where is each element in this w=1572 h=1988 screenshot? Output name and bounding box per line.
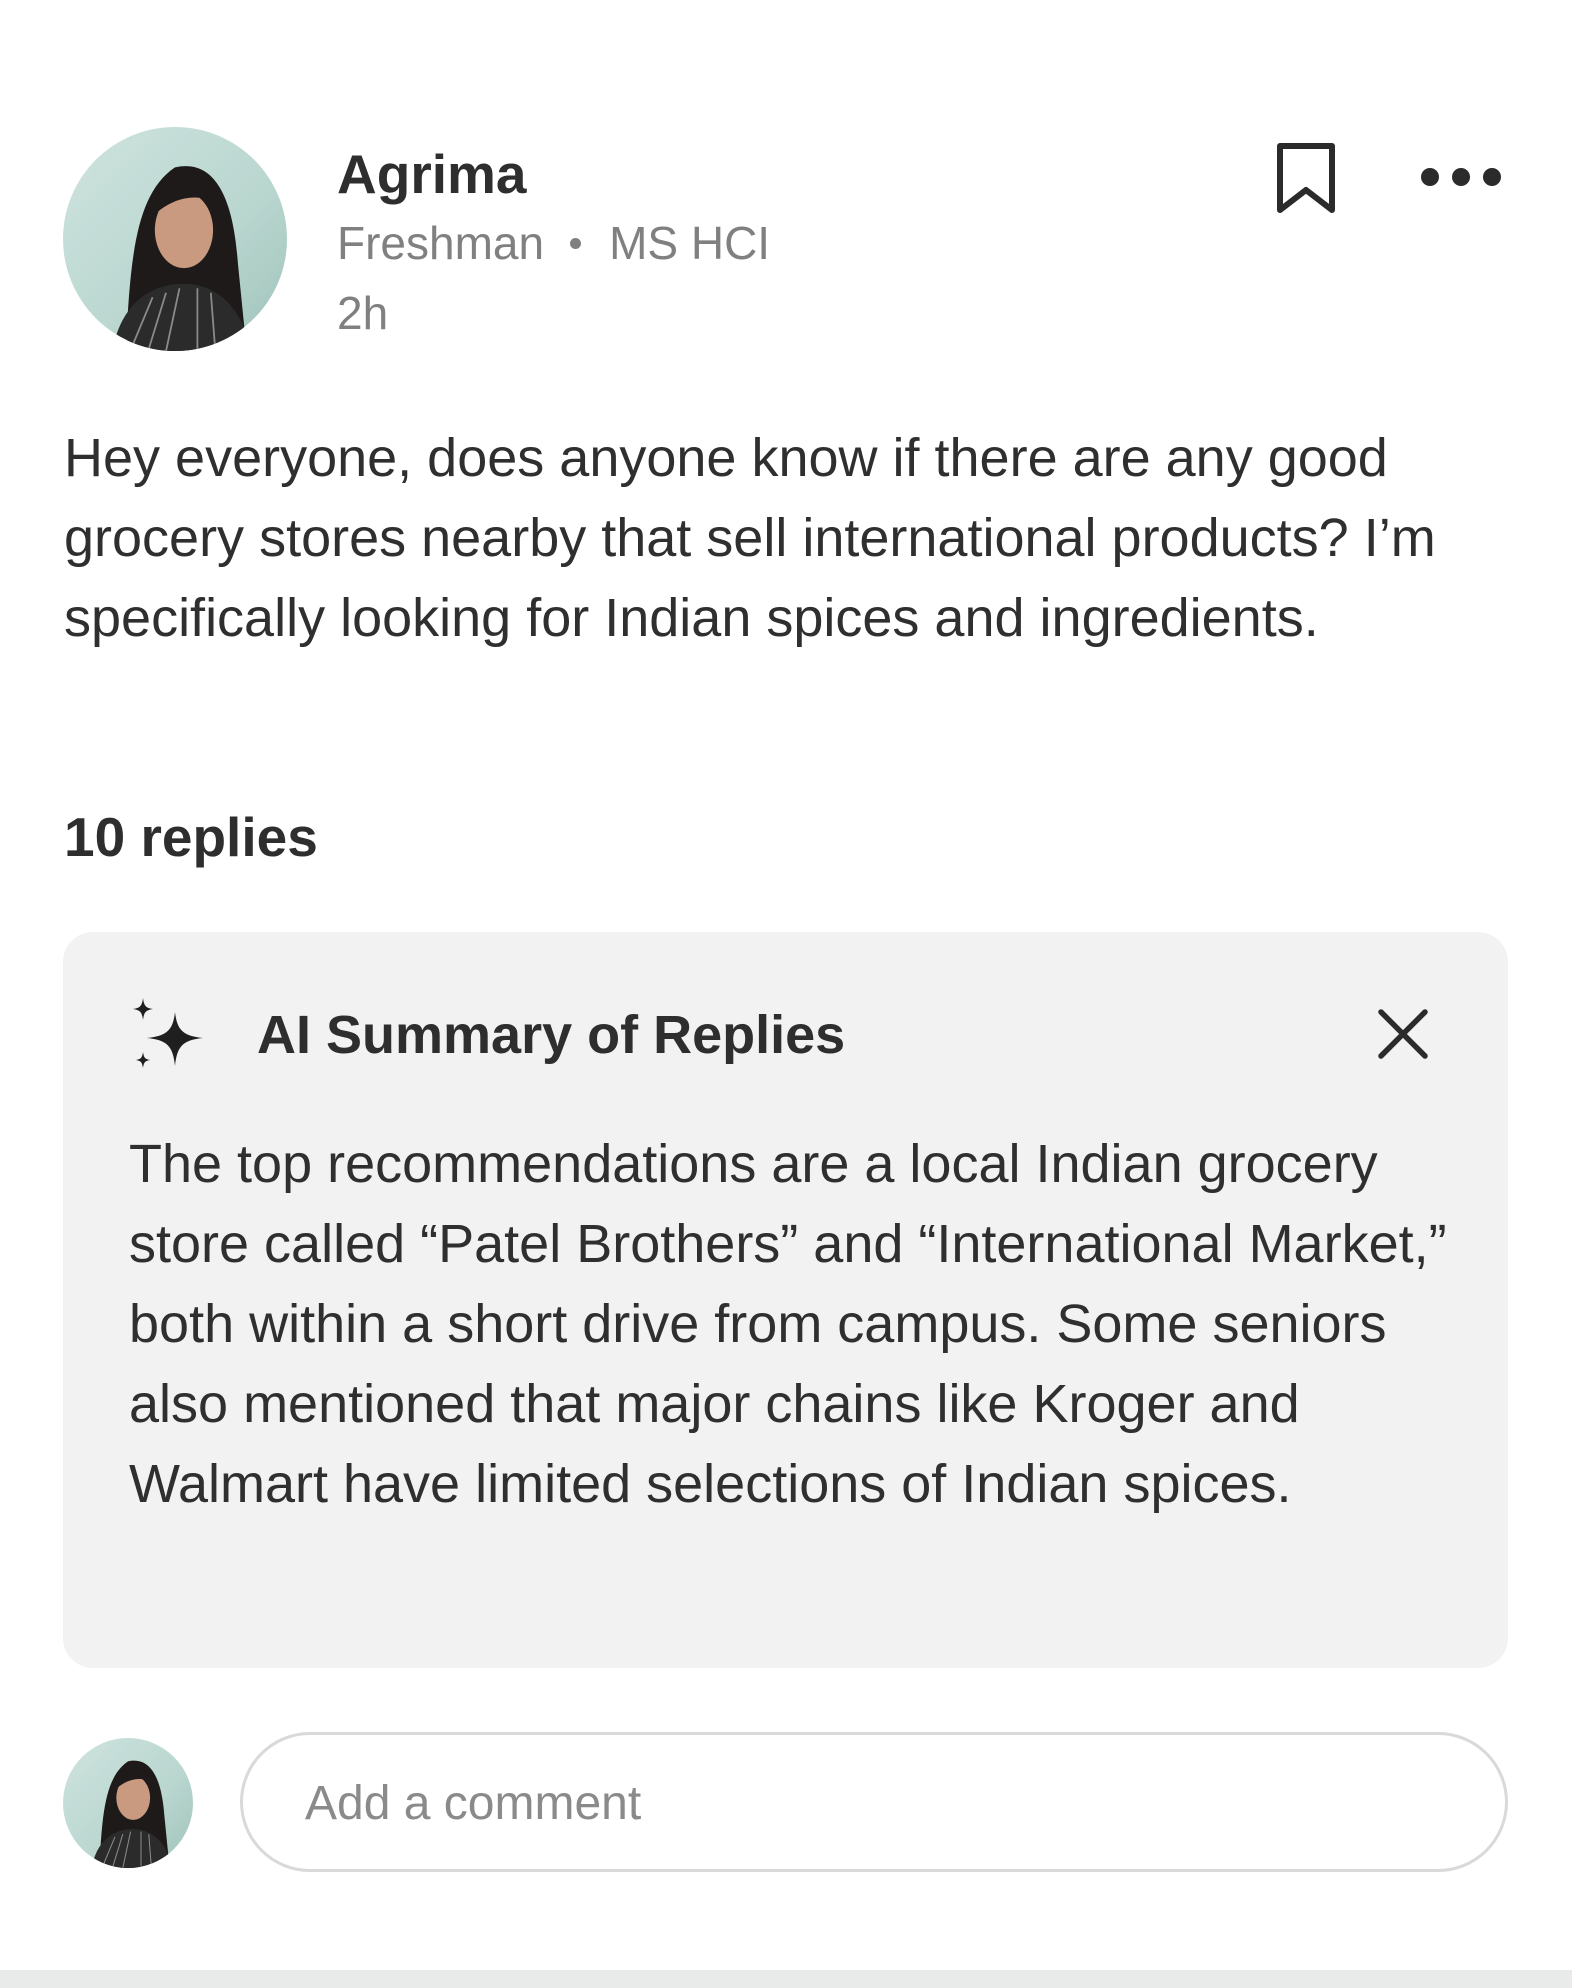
author-year: Freshman <box>337 217 545 269</box>
bookmark-icon[interactable] <box>1274 140 1338 216</box>
post-card: Agrima Freshman MS HCI 2h Hey everyone, … <box>0 0 1572 1970</box>
close-icon[interactable] <box>1377 1008 1429 1060</box>
ai-summary-card: AI Summary of Replies The top recommenda… <box>63 932 1508 1668</box>
author-avatar[interactable] <box>63 127 287 351</box>
author-name[interactable]: Agrima <box>337 140 527 208</box>
reply-count[interactable]: 10 replies <box>64 802 318 872</box>
author-meta: Freshman MS HCI <box>337 213 770 273</box>
post-body: Hey everyone, does anyone know if there … <box>64 428 1436 648</box>
current-user-avatar <box>63 1738 193 1868</box>
more-options-icon[interactable] <box>1420 160 1502 194</box>
sparkle-icon <box>125 998 209 1074</box>
comment-field-container[interactable] <box>240 1732 1508 1872</box>
ai-summary-title: AI Summary of Replies <box>257 1005 846 1065</box>
post-timestamp: 2h <box>337 287 389 339</box>
author-program: MS HCI <box>609 217 771 269</box>
comment-input[interactable] <box>303 1735 1447 1871</box>
meta-separator-dot <box>570 237 582 249</box>
ai-summary-text: The top recommendations are a local Indi… <box>129 1134 1447 1514</box>
bottom-divider <box>0 1970 1572 1988</box>
